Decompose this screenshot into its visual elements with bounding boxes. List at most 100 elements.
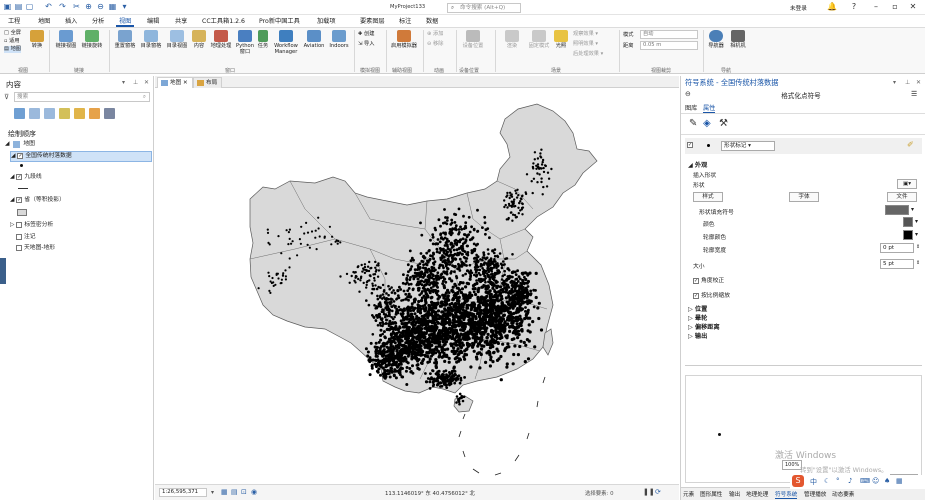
section-position[interactable]: ▷ 位置 (688, 304, 707, 313)
point-symbol-swatch[interactable] (20, 164, 23, 167)
list-by-labeling-icon[interactable] (89, 108, 100, 119)
link-views-button[interactable]: 链接视图 (54, 30, 78, 49)
scale-dropdown-icon[interactable]: ▾ (211, 489, 214, 496)
outline-color-swatch[interactable] (903, 230, 913, 240)
mode-select[interactable]: 自动 (640, 30, 698, 39)
catalog-pane-button[interactable]: 目录窗格 (139, 30, 163, 49)
add-button[interactable]: ⊕ 添加 (427, 31, 443, 38)
tab-insert[interactable]: 插入 (62, 16, 80, 27)
layer-checkbox-nine-dash[interactable]: ✓ (16, 173, 23, 180)
menu-icon[interactable]: ☰ (911, 90, 917, 98)
punctuation-icon[interactable]: ° (836, 477, 840, 485)
tasks-button[interactable]: 任务 (257, 30, 269, 49)
tab-elements[interactable]: 元素 (683, 490, 694, 498)
tab-layout[interactable]: 布局 (193, 77, 223, 88)
list-by-source-icon[interactable] (29, 108, 40, 119)
preview-zoom-select[interactable]: 100% (782, 460, 802, 470)
observe-effect-button[interactable]: 观察效果 ▾ (573, 31, 598, 38)
dropdown-icon[interactable]: ▾ (915, 231, 918, 238)
tab-cc-toolbox[interactable]: CC工具箱1.2.6 (199, 16, 248, 27)
scale-select[interactable]: 1:26,595,371 (159, 488, 207, 497)
redo-icon[interactable]: ↷ (58, 2, 67, 11)
zoom-out-icon[interactable]: ⊖ (96, 2, 105, 11)
map-canvas[interactable] (155, 89, 679, 484)
section-halo[interactable]: ▷ 晕轮 (688, 313, 707, 322)
layers-tab-icon[interactable]: ◈ (703, 118, 711, 129)
line-symbol-swatch[interactable] (18, 188, 28, 189)
tab-symbology[interactable]: 符号系统 (775, 490, 798, 499)
tab-view[interactable]: 视图 (116, 16, 135, 27)
layer-row-density[interactable]: ▷ 标签密分析 (10, 221, 53, 230)
tab-pro-china-tools[interactable]: Pro新中国工具 (256, 16, 303, 27)
fixed-mode-button[interactable]: 固定模式 (527, 30, 551, 49)
spinner-icon[interactable]: ⇕ (916, 244, 920, 250)
tab-graphic-properties[interactable]: 图形属性 (700, 490, 722, 498)
close-pane-icon[interactable]: ✕ (916, 79, 921, 86)
user-status[interactable]: 未登录 (790, 4, 807, 12)
distance-input[interactable]: 0.05 m (640, 41, 698, 50)
tab-project[interactable]: 工程 (5, 16, 23, 27)
create-button[interactable]: ✚ 创建 (358, 31, 374, 38)
layer-checkbox-density[interactable] (16, 221, 23, 228)
shape-preview-select[interactable]: ▣▾ (897, 179, 917, 189)
tab-manage-playback[interactable]: 管理播放 (804, 490, 826, 498)
layer-checkbox-annotation[interactable] (16, 233, 22, 240)
lock-icon[interactable]: ✐ (907, 140, 914, 149)
device-location-button[interactable]: 设备位置 (459, 30, 487, 49)
tab-analysis[interactable]: 分析 (89, 16, 107, 27)
font-button[interactable]: 字体 (789, 192, 819, 202)
layer-row-provinces[interactable]: ◢ ✓ 省（等积投影） (10, 196, 65, 205)
layer-row-villages[interactable]: ◢ ✓ 全国传统村落数据 (10, 151, 152, 162)
tab-dynamic-features[interactable]: 动态要素 (832, 490, 854, 498)
style-button[interactable]: 样式 (693, 192, 723, 202)
list-by-selection-icon[interactable] (44, 108, 55, 119)
layer-row-map[interactable]: ◢ 地图 (5, 140, 35, 149)
dropdown-icon[interactable]: ▾ (120, 2, 129, 11)
file-button[interactable]: 文件 (887, 192, 917, 202)
tab-gallery[interactable]: 图库 (685, 103, 697, 112)
pause-icon[interactable]: ❚❚ (643, 488, 655, 496)
tab-map[interactable]: 地图 (35, 16, 53, 27)
tab-addins[interactable]: 加载项 (314, 16, 339, 27)
layers-icon[interactable]: ▤ (231, 488, 238, 496)
layer-row-nine-dash[interactable]: ◢ ✓ 九段线 (10, 173, 42, 182)
navigator-button[interactable]: 导航器 (706, 30, 726, 49)
symbol-layer-type-select[interactable]: 形状标记 ▾ (721, 141, 775, 151)
zoom-in-icon[interactable]: ⊕ (84, 2, 93, 11)
splitter[interactable] (685, 365, 922, 366)
dropdown-icon[interactable]: ▾ (911, 206, 914, 213)
tab-edit[interactable]: 编辑 (144, 16, 162, 27)
undo-icon[interactable]: ↶ (44, 2, 53, 11)
spinner-icon[interactable]: ⇕ (916, 260, 920, 266)
side-dock-tab[interactable] (0, 258, 6, 284)
dropdown-icon[interactable]: ▾ (915, 218, 918, 225)
ime-icon[interactable]: S (792, 475, 804, 487)
catalog-view-button[interactable]: 目录视图 (165, 30, 189, 49)
tab-share[interactable]: 共享 (172, 16, 190, 27)
color-swatch[interactable] (903, 217, 913, 227)
reset-panes-button[interactable]: 重置窗格 (113, 30, 137, 49)
geoprocessing-button[interactable]: 地理处理 (209, 30, 233, 49)
list-by-drawing-order-icon[interactable] (14, 108, 25, 119)
user-icon[interactable]: ☺ (872, 477, 879, 485)
tab-export[interactable]: 输出 (729, 490, 740, 498)
filter-icon[interactable]: ⊽ (4, 93, 9, 101)
close-pane-icon[interactable]: ✕ (144, 79, 149, 86)
symbol-layer-row[interactable]: ✓ 形状标记 ▾ ✐ (685, 138, 922, 154)
collapse-icon[interactable]: ◢ (5, 141, 11, 147)
remove-button[interactable]: ⊖ 移除 (427, 41, 443, 48)
bell-icon[interactable]: 🔔 (826, 2, 838, 12)
moon-icon[interactable]: ☾ (824, 477, 830, 485)
pause-drawing-icon[interactable]: ◉ (251, 488, 257, 496)
maximize-icon[interactable]: ▫ (889, 2, 901, 12)
fixed-zoom-icon[interactable]: ⊡ (241, 488, 247, 496)
list-by-perspective-icon[interactable] (104, 108, 115, 119)
python-window-button[interactable]: Python窗口 (235, 30, 255, 55)
grid-icon[interactable]: ▦ (896, 477, 903, 485)
lighting-effect-button[interactable]: 照明效果 ▾ (573, 41, 598, 48)
scale-proportional-checkbox[interactable]: ✓ (693, 292, 699, 299)
refresh-icon[interactable]: ⟳ (655, 488, 661, 496)
grid-icon[interactable]: ▦ (108, 2, 117, 11)
list-by-editing-icon[interactable] (59, 108, 70, 119)
command-search-input[interactable]: ⌕ 命令搜索 (Alt+Q) (447, 3, 521, 13)
